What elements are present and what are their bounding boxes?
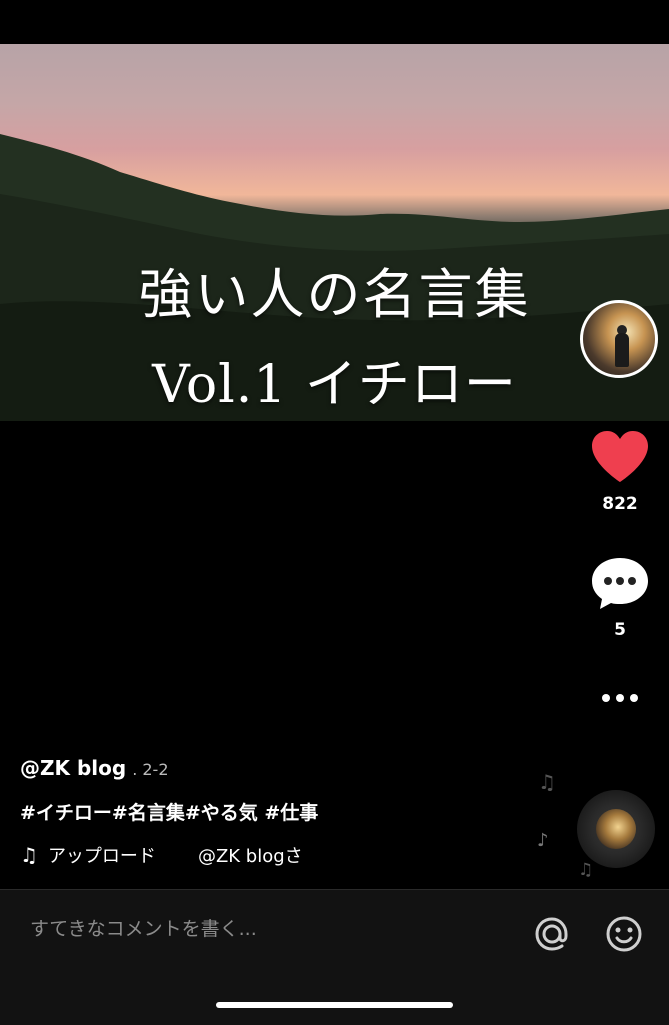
avatar-figure-shape bbox=[615, 333, 629, 367]
comment-bubble-icon bbox=[592, 558, 648, 609]
video-title-line1: 強い人の名言集 bbox=[138, 263, 531, 326]
heart-icon bbox=[592, 431, 648, 482]
music-note-icon: ♫ bbox=[20, 843, 38, 867]
floating-note-icon: ♫ bbox=[538, 770, 556, 794]
video-player[interactable]: 強い人の名言集 Vol.1 イチロー bbox=[0, 44, 669, 421]
music-info[interactable]: ♫ アップロード @ZK blogさ bbox=[20, 842, 303, 868]
emoji-icon[interactable] bbox=[604, 914, 644, 954]
music-disc-button[interactable] bbox=[577, 790, 655, 868]
home-indicator[interactable] bbox=[216, 1002, 453, 1008]
floating-note-icon: ♫ bbox=[578, 860, 594, 880]
comment-bar: すてきなコメントを書く... bbox=[0, 889, 669, 1025]
more-options-button[interactable] bbox=[590, 694, 650, 702]
music-label: アップロード bbox=[47, 846, 156, 867]
more-dots-icon bbox=[590, 694, 650, 702]
music-author: @ZK blogさ bbox=[197, 846, 303, 867]
comment-button[interactable]: 5 bbox=[590, 556, 650, 640]
mention-at-icon[interactable] bbox=[532, 914, 572, 954]
floating-note-icon: ♪ bbox=[537, 830, 549, 851]
like-button[interactable]: 822 bbox=[590, 430, 650, 514]
music-disc-cover bbox=[596, 809, 636, 849]
username-link[interactable]: @ZK blog bbox=[20, 756, 126, 780]
post-author-line: @ZK blog . 2-2 bbox=[20, 756, 169, 780]
comment-count: 5 bbox=[614, 620, 626, 640]
creator-avatar[interactable] bbox=[580, 300, 658, 378]
like-count: 822 bbox=[602, 494, 638, 514]
comment-input[interactable]: すてきなコメントを書く... bbox=[30, 914, 257, 941]
post-hashtags[interactable]: #イチロー#名言集#やる気 #仕事 bbox=[20, 798, 318, 825]
post-date: . 2-2 bbox=[132, 760, 169, 779]
video-title-line2: Vol.1 イチロー bbox=[152, 355, 517, 415]
